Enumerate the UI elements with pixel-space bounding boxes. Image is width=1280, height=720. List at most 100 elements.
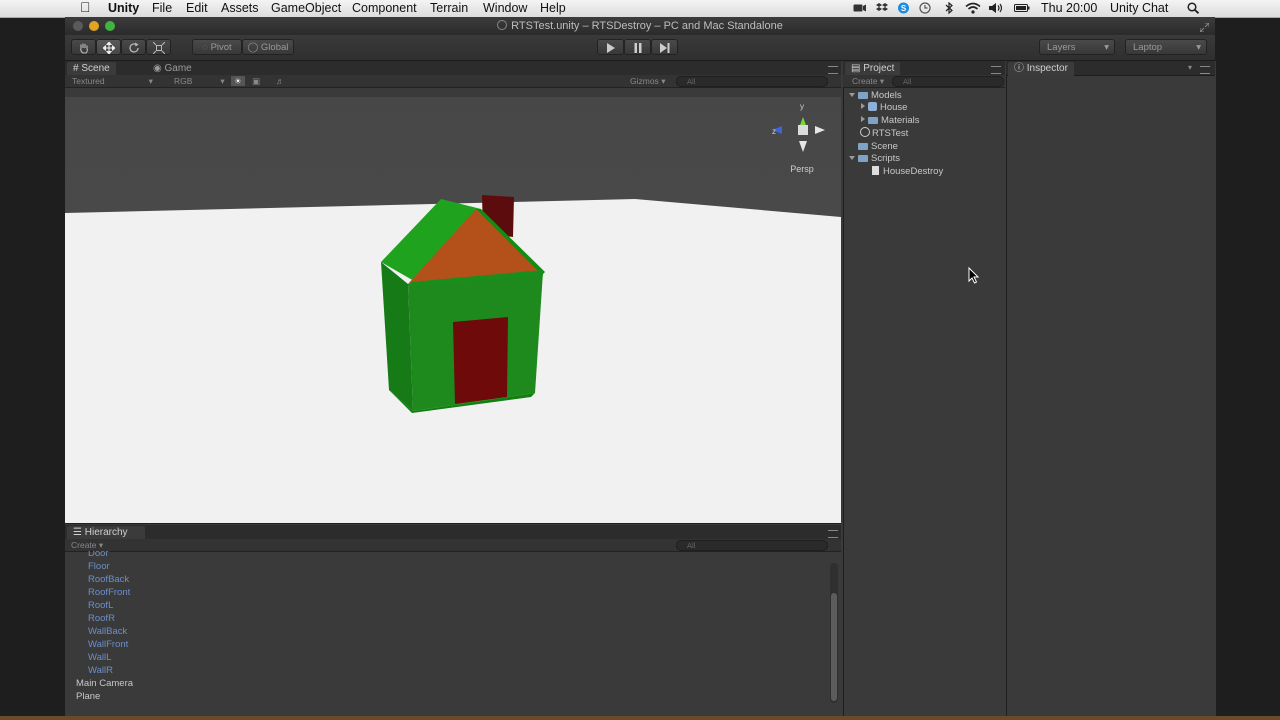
skype-icon[interactable]: S: [897, 2, 909, 14]
menu-edit[interactable]: Edit: [186, 1, 208, 16]
collapse-arrow-icon[interactable]: [861, 103, 865, 109]
hierarchy-search-input[interactable]: All: [676, 540, 828, 551]
project-folder-icon: ▤: [851, 63, 861, 74]
expand-arrow-icon[interactable]: [849, 156, 855, 160]
hierarchy-item[interactable]: Main Camera: [76, 677, 133, 690]
apple-menu-icon[interactable]: : [80, 0, 91, 15]
scene-hash-icon: #: [73, 63, 79, 74]
svg-text:S: S: [901, 4, 907, 13]
global-toggle-button[interactable]: ◯ Global: [242, 39, 294, 55]
tab-hierarchy[interactable]: ☰ Hierarchy: [67, 526, 145, 540]
main-toolbar: ◌ Pivot ◯ Global Layers ▾ Laptop ▾: [65, 35, 1215, 61]
chevron-down-icon: ▾: [148, 76, 153, 86]
project-item-scripts[interactable]: Scripts: [849, 152, 900, 165]
chevron-down-icon: ▾: [879, 76, 885, 86]
pivot-toggle-button[interactable]: ◌ Pivot: [192, 39, 242, 55]
gizmos-dropdown[interactable]: Gizmos ▾: [630, 76, 665, 86]
scene-lighting-toggle[interactable]: ☀: [231, 76, 245, 86]
hierarchy-scrollbar[interactable]: [830, 563, 838, 703]
move-tool-button[interactable]: [96, 39, 121, 55]
layers-label: Layers: [1047, 42, 1076, 53]
step-button[interactable]: [651, 39, 678, 55]
tab-inspector[interactable]: ⓘ Inspector: [1008, 62, 1074, 76]
project-create-dropdown[interactable]: Create ▾: [852, 76, 884, 86]
hierarchy-item[interactable]: RoofL: [88, 599, 113, 612]
camera-icon[interactable]: [853, 2, 866, 14]
panel-menu-icon[interactable]: [991, 66, 1001, 74]
tab-inspector-label: Inspector: [1026, 63, 1068, 74]
tab-project[interactable]: ▤ Project: [845, 62, 901, 76]
scale-tool-button[interactable]: [146, 39, 171, 55]
hierarchy-item[interactable]: WallL: [88, 651, 111, 664]
tab-scene[interactable]: # Scene: [67, 62, 116, 76]
project-item-materials[interactable]: Materials: [861, 114, 920, 127]
menubar-clock[interactable]: Thu 20:00: [1041, 1, 1097, 16]
hierarchy-list[interactable]: Door Floor RoofBack RoofFront RoofL Roof…: [65, 551, 829, 701]
menubar-user[interactable]: Unity Chat: [1110, 1, 1168, 16]
battery-icon[interactable]: [1014, 2, 1030, 14]
color-mode-dropdown[interactable]: RGB ▾: [174, 76, 225, 86]
spotlight-search-icon[interactable]: [1187, 2, 1201, 14]
hierarchy-item[interactable]: RoofBack: [88, 573, 129, 586]
close-window-icon[interactable]: [73, 21, 83, 31]
panel-menu-icon[interactable]: [828, 530, 838, 538]
scene-audio-toggle[interactable]: ♬: [276, 76, 285, 86]
hierarchy-item[interactable]: RoofFront: [88, 586, 130, 599]
play-button[interactable]: [597, 39, 624, 55]
lock-icon[interactable]: ▾: [1188, 63, 1192, 72]
menu-window[interactable]: Window: [483, 1, 527, 16]
minimize-window-icon[interactable]: [89, 21, 99, 31]
menu-help[interactable]: Help: [540, 1, 566, 16]
menu-assets[interactable]: Assets: [221, 1, 259, 16]
hierarchy-item[interactable]: WallFront: [88, 638, 128, 651]
scene-view[interactable]: y z Persp: [65, 97, 841, 539]
dropbox-icon[interactable]: [876, 2, 888, 14]
project-item-house[interactable]: House: [861, 101, 907, 114]
scene-image-toggle[interactable]: ▣: [252, 76, 260, 86]
tab-game[interactable]: ◉ Game: [147, 62, 198, 76]
hierarchy-item[interactable]: Plane: [76, 690, 100, 701]
panel-menu-icon[interactable]: [1200, 66, 1210, 74]
project-item-housedestroy[interactable]: HouseDestroy: [872, 165, 943, 178]
layers-dropdown[interactable]: Layers ▾: [1039, 39, 1115, 55]
project-search-input[interactable]: All: [892, 76, 1004, 87]
collapse-arrow-icon[interactable]: [861, 116, 865, 122]
hierarchy-item[interactable]: WallBack: [88, 625, 127, 638]
panel-menu-icon[interactable]: [828, 66, 838, 74]
render-mode-dropdown[interactable]: Textured ▾: [72, 76, 153, 86]
hierarchy-item[interactable]: RoofR: [88, 612, 115, 625]
tab-project-label: Project: [863, 63, 895, 74]
rotate-tool-button[interactable]: [121, 39, 146, 55]
hierarchy-item[interactable]: Floor: [88, 560, 110, 573]
chevron-down-icon: ▾: [1104, 42, 1109, 53]
volume-icon[interactable]: [989, 2, 1004, 14]
hand-tool-button[interactable]: [71, 39, 96, 55]
expand-arrow-icon[interactable]: [849, 93, 855, 97]
pause-button[interactable]: [624, 39, 651, 55]
menu-app-unity[interactable]: Unity: [108, 1, 139, 16]
hierarchy-search-placeholder: All: [687, 541, 696, 550]
menu-file[interactable]: File: [152, 1, 172, 16]
wifi-icon[interactable]: [965, 2, 981, 14]
time-machine-icon[interactable]: [919, 2, 931, 14]
scene-viewport[interactable]: y z Persp: [65, 97, 841, 539]
fullscreen-icon[interactable]: [1199, 20, 1210, 33]
hierarchy-scrollbar-thumb[interactable]: [831, 593, 837, 701]
chevron-down-icon: ▾: [1196, 42, 1201, 53]
play-icon: [606, 43, 615, 53]
globe-icon: ◯: [247, 42, 259, 53]
zoom-window-icon[interactable]: [105, 21, 115, 31]
hierarchy-create-label: Create: [71, 540, 97, 550]
menu-terrain[interactable]: Terrain: [430, 1, 468, 16]
project-item-rtstest[interactable]: RTSTest: [860, 127, 908, 140]
game-controller-icon: ◉: [153, 63, 162, 74]
hierarchy-create-dropdown[interactable]: Create ▾: [71, 540, 103, 550]
hierarchy-item[interactable]: WallR: [88, 664, 113, 677]
bluetooth-icon[interactable]: [944, 1, 956, 15]
hierarchy-item[interactable]: Door: [88, 551, 109, 560]
layout-dropdown[interactable]: Laptop ▾: [1125, 39, 1207, 55]
scene-search-input[interactable]: All: [676, 76, 828, 87]
menu-gameobject[interactable]: GameObject: [271, 1, 341, 16]
menu-component[interactable]: Component: [352, 1, 417, 16]
persp-label: Persp: [790, 164, 814, 174]
